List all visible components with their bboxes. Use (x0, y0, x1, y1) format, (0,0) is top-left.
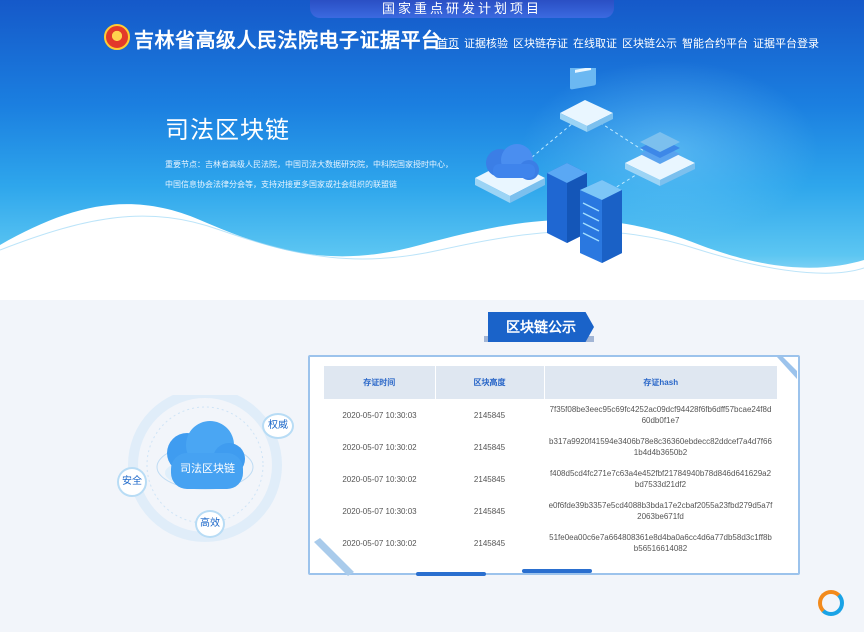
court-emblem-icon (104, 24, 130, 50)
col-header-hash: 存证hash (544, 366, 777, 399)
nav-blockchain-publicity[interactable]: 区块链公示 (622, 35, 677, 51)
cell-height: 2145845 (473, 506, 506, 516)
cloud-label: 司法区块链 (180, 463, 235, 475)
cell-time: 2020-05-07 10:30:02 (342, 474, 417, 484)
hero-desc-line1: 重要节点：吉林省高级人民法院，中国司法大数据研究院，中科院国家授时中心， (165, 160, 453, 169)
table-header-row: 存证时间 区块高度 存证hash (324, 366, 777, 399)
cell-height: 2145845 (473, 410, 506, 420)
hero-heading: 司法区块链 (165, 117, 290, 144)
top-banner: 国家重点研发计划项目 (310, 0, 614, 18)
cell-hash: f408d5cd4fc271e7c63a4e452fbf21784940b78d… (549, 469, 772, 489)
security-badge: 安全 (117, 467, 147, 497)
data-blocks-icon (625, 132, 695, 186)
cell-time: 2020-05-07 10:30:03 (342, 410, 417, 420)
server-icon (547, 163, 622, 263)
hero-desc-line2: 中国信息协会法律分会等，支持对接更多国家或社会组织的联盟链 (165, 180, 397, 189)
nav-evidence-verify[interactable]: 证据核验 (464, 35, 508, 51)
nav-smart-contract[interactable]: 智能合约平台 (682, 35, 748, 51)
blockchain-illustration (475, 68, 695, 263)
publicity-table: 存证时间 区块高度 存证hash 2020-05-07 10:30:03 214… (324, 366, 777, 559)
cell-hash: 7f35f08be3eec95c69fc4252ac09dcf94428f6fb… (549, 405, 772, 425)
cloud-icon (475, 144, 545, 203)
cell-hash: b317a9920f41594e3406b78e8c36360ebdecc82d… (549, 437, 772, 457)
hero-description: 重要节点：吉林省高级人民法院，中国司法大数据研究院，中科院国家授时中心， 中国信… (165, 155, 495, 195)
nav-home[interactable]: 首页 (437, 35, 459, 51)
site-title[interactable]: 吉林省高级人民法院电子证据平台 (134, 24, 442, 53)
frame-bar-decoration (522, 569, 592, 573)
table-row: 2020-05-07 10:30:02 2145845 b317a9920f41… (324, 431, 777, 463)
cell-time: 2020-05-07 10:30:02 (342, 442, 417, 452)
frame-bar-decoration (416, 572, 486, 576)
cell-hash: e0f6fde39b3357e5cd4088b3bda17e2cbaf2055a… (548, 501, 773, 521)
table-row: 2020-05-07 10:30:02 2145845 f408d5cd4fc2… (324, 463, 777, 495)
cell-time: 2020-05-07 10:30:02 (342, 538, 417, 548)
main-nav: 首页 证据核验 区块链存证 在线取证 区块链公示 智能合约平台 证据平台登录 (437, 35, 819, 51)
cell-height: 2145845 (473, 442, 506, 452)
publicity-section-title: 区块链公示 (488, 312, 594, 342)
cell-height: 2145845 (473, 538, 506, 548)
nav-blockchain-deposit[interactable]: 区块链存证 (513, 35, 568, 51)
table-row: 2020-05-07 10:30:03 2145845 7f35f08be3ee… (324, 399, 777, 431)
col-header-time: 存证时间 (324, 366, 436, 399)
col-header-height: 区块高度 (435, 366, 545, 399)
table-row: 2020-05-07 10:30:02 2145845 51fe0ea00c6e… (324, 527, 777, 559)
loading-spinner-icon (818, 590, 844, 616)
cell-hash: 51fe0ea00c6e7a664808361e8d4ba0a6cc4d6a77… (549, 533, 772, 553)
efficiency-badge: 高效 (195, 510, 225, 538)
nav-platform-login[interactable]: 证据平台登录 (753, 35, 819, 51)
hero-section: 国家重点研发计划项目 吉林省高级人民法院电子证据平台 首页 证据核验 区块链存证… (0, 0, 864, 300)
cell-time: 2020-05-07 10:30:03 (342, 506, 417, 516)
cell-height: 2145845 (473, 474, 506, 484)
cloud-icon (167, 421, 245, 489)
document-icon (560, 68, 613, 132)
table-row: 2020-05-07 10:30:03 2145845 e0f6fde39b33… (324, 495, 777, 527)
nav-online-forensics[interactable]: 在线取证 (573, 35, 617, 51)
frame-corner-decoration (777, 357, 797, 379)
authority-badge: 权威 (262, 413, 294, 439)
